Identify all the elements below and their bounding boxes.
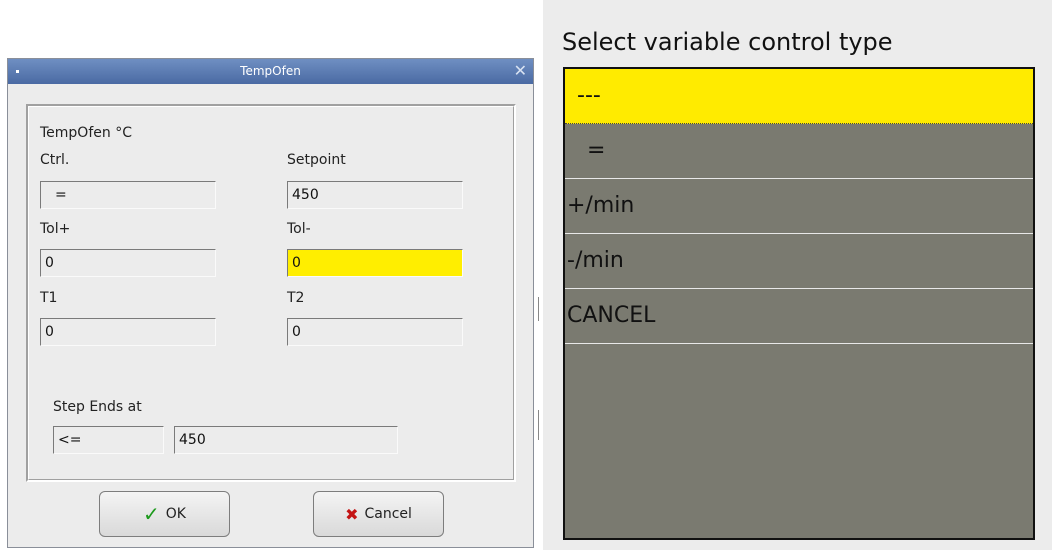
- cancel-x-icon: ✖: [345, 504, 359, 524]
- tolminus-field[interactable]: 0: [287, 249, 463, 277]
- divider-mark: [538, 410, 539, 440]
- ctrl-field[interactable]: =: [40, 181, 216, 209]
- window-title: TempOfen: [240, 64, 301, 78]
- control-type-list: --- = +/min -/min CANCEL: [563, 67, 1035, 540]
- t1-label: T1: [40, 290, 58, 306]
- step-ends-label: Step Ends at: [53, 399, 142, 415]
- step-operator-field[interactable]: <=: [53, 426, 164, 454]
- option-plus-per-min[interactable]: +/min: [565, 179, 1033, 234]
- ctrl-label: Ctrl.: [40, 152, 70, 168]
- tolminus-label: Tol-: [287, 221, 311, 237]
- close-icon[interactable]: ✕: [514, 62, 527, 80]
- setpoint-label: Setpoint: [287, 152, 346, 168]
- option-none[interactable]: ---: [565, 69, 1033, 124]
- t2-field[interactable]: 0: [287, 318, 463, 346]
- option-minus-per-min[interactable]: -/min: [565, 234, 1033, 289]
- t2-label: T2: [287, 290, 305, 306]
- setpoint-field[interactable]: 450: [287, 181, 463, 209]
- check-icon: ✓: [143, 502, 160, 526]
- title-bar[interactable]: TempOfen ✕: [8, 59, 533, 84]
- tempofen-dialog: TempOfen ✕ TempOfen °C Ctrl. Setpoint = …: [7, 58, 534, 548]
- option-equals[interactable]: =: [565, 124, 1033, 179]
- tolplus-label: Tol+: [40, 221, 71, 237]
- divider-mark: [538, 297, 539, 321]
- tolplus-field[interactable]: 0: [40, 249, 216, 277]
- cancel-button-label: Cancel: [364, 506, 412, 522]
- control-type-selector: Select variable control type --- = +/min…: [543, 0, 1052, 550]
- option-cancel[interactable]: CANCEL: [565, 289, 1033, 344]
- cancel-button[interactable]: ✖ Cancel: [313, 491, 444, 537]
- ok-button[interactable]: ✓ OK: [99, 491, 230, 537]
- t1-field[interactable]: 0: [40, 318, 216, 346]
- selector-title: Select variable control type: [562, 28, 893, 56]
- step-value-field[interactable]: 450: [174, 426, 398, 454]
- ok-button-label: OK: [165, 506, 186, 522]
- variable-heading: TempOfen °C: [40, 125, 132, 141]
